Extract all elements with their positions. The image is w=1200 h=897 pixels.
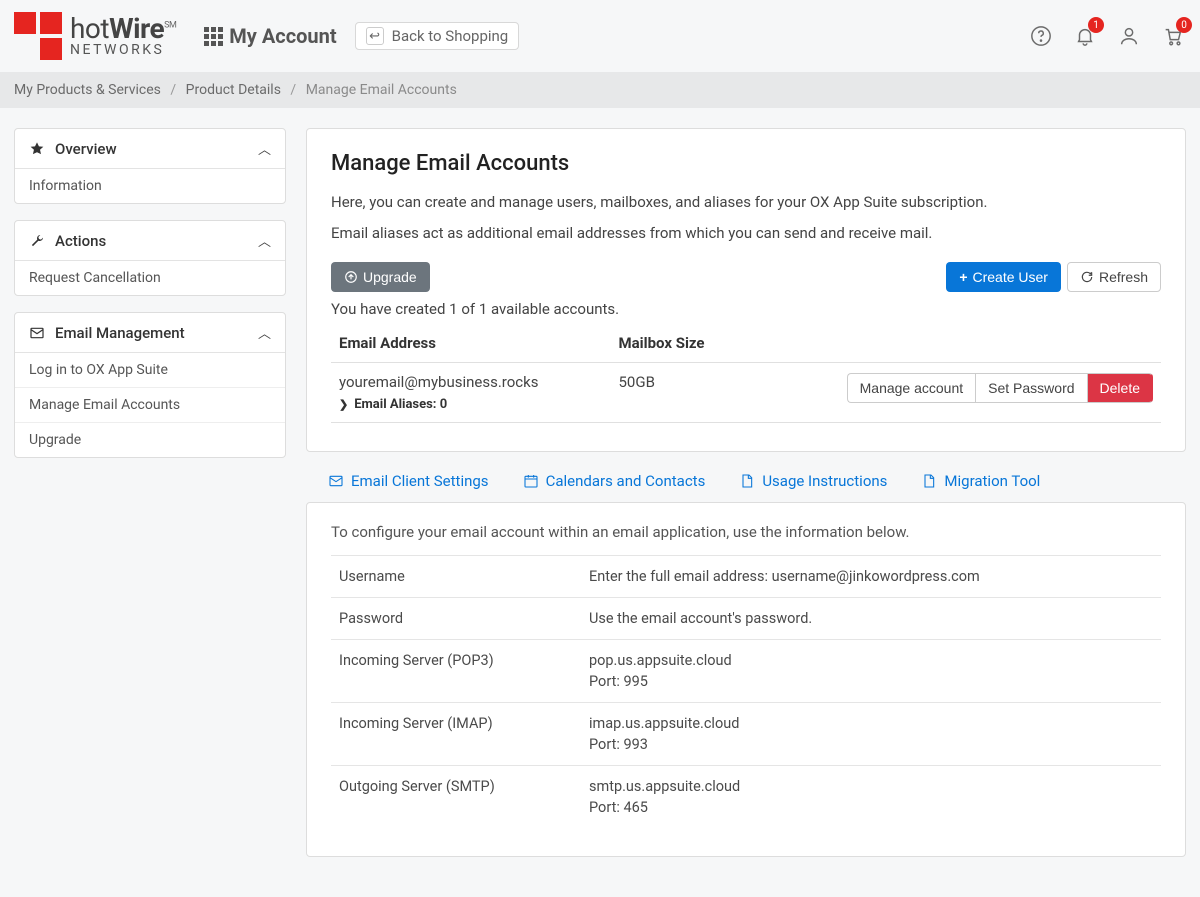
sidebar-item-information[interactable]: Information: [15, 169, 285, 203]
delete-button[interactable]: Delete: [1087, 373, 1153, 403]
row-email: youremail@mybusiness.rocks: [339, 373, 603, 391]
upgrade-button[interactable]: Upgrade: [331, 262, 430, 292]
row-size: 50GB: [611, 363, 743, 423]
tab-usage-instructions[interactable]: Usage Instructions: [739, 472, 887, 490]
my-account-label: My Account: [229, 24, 336, 48]
upgrade-icon: [344, 270, 358, 284]
plus-icon: +: [959, 269, 967, 285]
chevron-right-icon: ❯: [339, 398, 348, 411]
breadcrumb-products[interactable]: My Products & Services: [14, 82, 161, 98]
sidebar-email-header[interactable]: Email Management ︿: [15, 313, 285, 353]
settings-card: To configure your email account within a…: [306, 502, 1186, 857]
user-icon[interactable]: [1116, 23, 1142, 49]
sidebar: Overview ︿ Information Actions ︿ Request…: [14, 128, 286, 474]
sidebar-actions-header[interactable]: Actions ︿: [15, 221, 285, 261]
actions-row: Upgrade + Create User Refresh: [331, 262, 1161, 292]
apps-grid-icon: [204, 27, 223, 46]
sidebar-overview-header[interactable]: Overview ︿: [15, 129, 285, 169]
manage-account-button[interactable]: Manage account: [847, 373, 976, 403]
settings-table: Username Enter the full email address: u…: [331, 555, 1161, 828]
settings-row-imap: Incoming Server (IMAP) imap.us.appsuite.…: [331, 703, 1161, 766]
table-row: youremail@mybusiness.rocks ❯Email Aliase…: [331, 363, 1161, 423]
top-right-icons: 1 0: [1028, 23, 1186, 49]
settings-intro: To configure your email account within a…: [331, 523, 1161, 541]
breadcrumb-current: Manage Email Accounts: [306, 82, 457, 98]
page-title: Manage Email Accounts: [331, 151, 1161, 176]
refresh-icon: [1080, 270, 1094, 284]
settings-row-username: Username Enter the full email address: u…: [331, 556, 1161, 598]
logo-text: hotWireSM NETWORKS: [70, 15, 176, 57]
wrench-icon: [29, 233, 45, 249]
sidebar-actions-panel: Actions ︿ Request Cancellation: [14, 220, 286, 296]
tab-migration-tool[interactable]: Migration Tool: [921, 472, 1040, 490]
settings-row-pop3: Incoming Server (POP3) pop.us.appsuite.c…: [331, 640, 1161, 703]
sidebar-overview-panel: Overview ︿ Information: [14, 128, 286, 204]
chevron-up-icon: ︿: [258, 139, 271, 158]
settings-section: Email Client Settings Calendars and Cont…: [306, 472, 1186, 857]
tab-calendars-contacts[interactable]: Calendars and Contacts: [523, 472, 706, 490]
refresh-button[interactable]: Refresh: [1067, 262, 1161, 292]
cart-badge: 0: [1176, 17, 1192, 33]
sidebar-item-login-ox[interactable]: Log in to OX App Suite: [15, 353, 285, 388]
envelope-icon: [328, 473, 344, 489]
th-email: Email Address: [331, 324, 611, 363]
envelope-icon: [29, 325, 45, 341]
settings-tabs: Email Client Settings Calendars and Cont…: [306, 472, 1186, 502]
row-actions: Manage account Set Password Delete: [751, 373, 1153, 403]
th-size: Mailbox Size: [611, 324, 743, 363]
help-icon[interactable]: [1028, 23, 1054, 49]
breadcrumb-details[interactable]: Product Details: [186, 82, 281, 98]
back-label: Back to Shopping: [392, 27, 509, 45]
settings-row-password: Password Use the email account's passwor…: [331, 598, 1161, 640]
calendar-icon: [523, 473, 539, 489]
sidebar-item-manage-email[interactable]: Manage Email Accounts: [15, 388, 285, 423]
set-password-button[interactable]: Set Password: [975, 373, 1086, 403]
document-icon: [921, 473, 937, 489]
star-icon: [29, 141, 45, 157]
logo-mark: [14, 12, 62, 60]
account-count: You have created 1 of 1 available accoun…: [331, 300, 1161, 318]
back-to-shopping-button[interactable]: ↩ Back to Shopping: [355, 22, 520, 50]
settings-row-smtp: Outgoing Server (SMTP) smtp.us.appsuite.…: [331, 766, 1161, 829]
breadcrumb: My Products & Services / Product Details…: [0, 72, 1200, 108]
sidebar-email-panel: Email Management ︿ Log in to OX App Suit…: [14, 312, 286, 458]
manage-email-card: Manage Email Accounts Here, you can crea…: [306, 128, 1186, 452]
my-account-link[interactable]: My Account: [204, 24, 336, 48]
sidebar-item-upgrade[interactable]: Upgrade: [15, 423, 285, 457]
chevron-up-icon: ︿: [258, 323, 271, 342]
page-desc-1: Here, you can create and manage users, m…: [331, 192, 1161, 213]
notifications-icon[interactable]: 1: [1072, 23, 1098, 49]
email-aliases-toggle[interactable]: ❯Email Aliases: 0: [339, 397, 603, 412]
cart-icon[interactable]: 0: [1160, 23, 1186, 49]
logo[interactable]: hotWireSM NETWORKS: [14, 12, 176, 60]
tab-email-client-settings[interactable]: Email Client Settings: [328, 472, 489, 490]
sidebar-item-cancel[interactable]: Request Cancellation: [15, 261, 285, 295]
notifications-badge: 1: [1088, 17, 1104, 33]
top-header: hotWireSM NETWORKS My Account ↩ Back to …: [0, 0, 1200, 72]
accounts-table: Email Address Mailbox Size youremail@myb…: [331, 324, 1161, 423]
chevron-up-icon: ︿: [258, 231, 271, 250]
back-arrow-icon: ↩: [366, 27, 384, 45]
document-icon: [739, 473, 755, 489]
create-user-button[interactable]: + Create User: [946, 262, 1061, 292]
page-desc-2: Email aliases act as additional email ad…: [331, 223, 1161, 244]
